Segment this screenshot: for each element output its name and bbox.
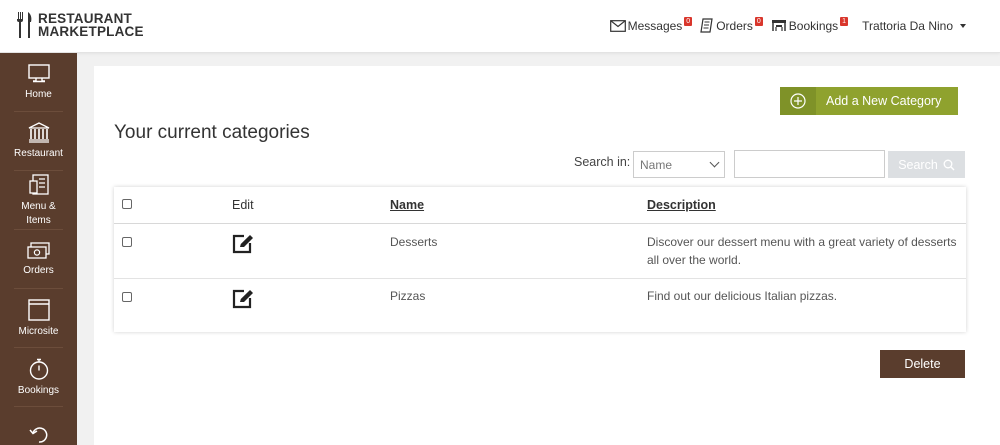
messages-count-badge: 0	[684, 17, 693, 26]
category-name: Pizzas	[390, 289, 426, 303]
delete-button[interactable]: Delete	[880, 350, 965, 378]
main-content: Add a New Category Your current categori…	[94, 66, 1000, 445]
orders-count-badge: 0	[754, 17, 763, 26]
edit-icon[interactable]	[232, 289, 254, 309]
sidebar-item-label: Restaurant	[14, 148, 63, 159]
column-header-description[interactable]: Description	[647, 198, 716, 212]
user-name: Trattoria Da Nino	[862, 18, 953, 33]
sidebar-item-orders[interactable]: Orders	[0, 230, 77, 289]
bookings-link[interactable]: Bookings 1	[771, 17, 849, 33]
category-description: Discover our dessert menu with a great v…	[647, 235, 957, 267]
sidebar-item-bookings[interactable]: Bookings	[0, 348, 77, 407]
add-category-label: Add a New Category	[826, 94, 942, 108]
bookings-count-badge: 1	[840, 17, 849, 26]
search-button-label: Search	[898, 157, 938, 172]
sidebar-item-label: Orders	[23, 264, 54, 276]
add-category-button[interactable]: Add a New Category	[780, 87, 958, 115]
sidebar-item-label-line-2: Items	[26, 214, 51, 226]
table-chairs-icon	[771, 20, 786, 31]
building-icon	[28, 122, 49, 143]
orders-link[interactable]: Orders 0	[700, 17, 763, 33]
sidebar-item-label: Home	[25, 88, 52, 100]
cash-icon	[26, 241, 50, 259]
receipt-icon	[700, 18, 713, 33]
caret-down-icon	[960, 23, 966, 28]
row-checkbox[interactable]	[122, 237, 132, 247]
search-icon	[943, 159, 955, 170]
messages-link[interactable]: Messages 0	[609, 17, 693, 33]
table-row: Pizzas Find out our delicious Italian pi…	[114, 279, 966, 332]
table-header-row: Edit Name Description	[114, 187, 966, 224]
sidebar-item-restaurant[interactable]: Restaurant	[0, 112, 77, 171]
search-field-select[interactable]: Name	[633, 151, 725, 178]
brand-line-2: MARKETPLACE	[38, 24, 144, 39]
search-button[interactable]: Search	[888, 151, 965, 178]
sidebar-item-logout[interactable]	[0, 407, 77, 445]
categories-table: Edit Name Description Desserts Discover …	[114, 187, 966, 332]
add-icon-wrapper	[780, 87, 816, 115]
sidebar-item-microsite[interactable]: Microsite	[0, 289, 77, 348]
bookings-label: Bookings	[788, 18, 839, 33]
search-field-selected: Name	[640, 157, 673, 172]
sidebar-item-label: Bookings	[17, 384, 60, 396]
category-name: Desserts	[390, 235, 438, 249]
orders-label: Orders	[716, 18, 753, 33]
sidebar-item-menu-items[interactable]: Menu & Items	[0, 171, 77, 230]
messages-label: Messages	[627, 18, 683, 33]
search-input[interactable]	[734, 150, 885, 178]
sidebar-item-label: Microsite	[18, 325, 59, 337]
top-navigation: Messages 0 Orders 0 Bookings 1 Trattoria…	[602, 17, 966, 33]
select-all-checkbox[interactable]	[122, 199, 132, 209]
search-in-label: Search in:	[574, 155, 631, 169]
plus-circle-icon	[790, 93, 806, 109]
brand-logo[interactable]: RESTAURANT MARKETPLACE	[14, 11, 144, 39]
fork-knife-icon	[17, 12, 32, 38]
return-arrow-icon	[28, 426, 47, 443]
user-menu-dropdown[interactable]: Trattoria Da Nino	[862, 19, 966, 33]
table-row: Desserts Discover our dessert menu with …	[114, 224, 966, 279]
column-header-edit: Edit	[232, 198, 254, 212]
sidebar: Home Restaurant Menu & Items Orders Micr…	[0, 53, 77, 445]
column-header-name[interactable]: Name	[390, 198, 424, 212]
category-description: Find out our delicious Italian pizzas.	[647, 289, 838, 303]
chevron-down-icon	[709, 157, 720, 168]
sidebar-item-home[interactable]: Home	[0, 53, 77, 112]
monitor-icon	[27, 63, 50, 82]
envelope-icon	[609, 19, 626, 32]
top-header: RESTAURANT MARKETPLACE Messages 0 Orders…	[0, 0, 1000, 53]
sidebar-item-label: Menu &	[21, 200, 56, 212]
stopwatch-icon	[29, 358, 48, 380]
menu-book-icon	[28, 173, 49, 195]
row-checkbox[interactable]	[122, 292, 132, 302]
page-title: Your current categories	[114, 122, 310, 143]
window-icon	[27, 298, 50, 321]
edit-icon[interactable]	[232, 234, 254, 254]
